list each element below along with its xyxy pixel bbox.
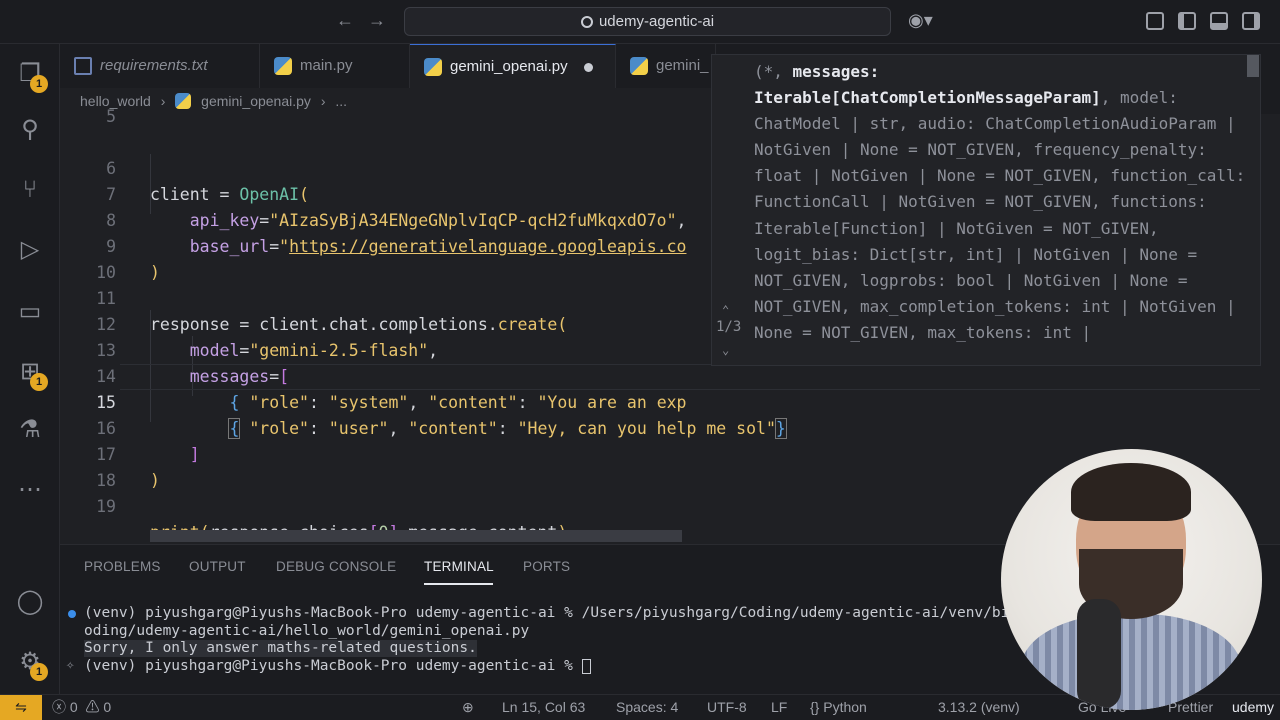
source-control-icon[interactable]: ⑂	[16, 176, 44, 204]
command-status-dot-icon[interactable]	[68, 610, 76, 618]
unsaved-dot-icon[interactable]	[583, 62, 593, 72]
run-debug-icon[interactable]: ▷	[16, 236, 44, 264]
forward-arrow-icon[interactable]: →	[366, 10, 388, 31]
line-number: 5	[106, 107, 116, 126]
language-label: Python	[823, 699, 867, 715]
presenter-hair	[1071, 463, 1191, 521]
zoom-icon[interactable]: ⊕	[462, 695, 474, 720]
terminal-line: oding/udemy-agentic-ai/hello_world/gemin…	[84, 623, 530, 639]
line-number: 19	[96, 497, 116, 516]
terminal-line: (venv) piyushgarg@Piyushs-MacBook-Pro ud…	[84, 605, 1010, 621]
tab-gemini-other[interactable]: gemini_	[616, 44, 716, 88]
title-bar: ← → udemy-agentic-ai ◉▾	[0, 0, 1280, 44]
code-line: 19 print(response.choices[0].message.con…	[60, 468, 1200, 542]
code-line: 15 { "role": "user", "content": "Hey, ca…	[60, 364, 1200, 439]
active-parameter-type: Iterable[ChatCompletionMessageParam]	[754, 88, 1101, 108]
language-mode[interactable]: {} Python	[810, 695, 867, 720]
tab-label: requirements.txt	[100, 57, 208, 74]
remote-explorer-icon[interactable]: ▭	[16, 298, 44, 326]
microphone	[1077, 599, 1121, 709]
error-count: 0	[69, 699, 78, 715]
braces-icon: {}	[810, 699, 820, 715]
more-icon[interactable]: ⋯	[16, 476, 44, 504]
tab-ports[interactable]: PORTS	[523, 559, 570, 574]
tab-label: gemini_	[656, 57, 709, 74]
terminal-cursor	[581, 658, 591, 674]
problems-status[interactable]: ⓧ 0 ⚠ 0	[52, 695, 111, 720]
end-of-line[interactable]: LF	[771, 695, 787, 720]
signature-scrollbar[interactable]	[1247, 55, 1259, 77]
manage-badge: 1	[30, 663, 48, 681]
tab-label: main.py	[300, 57, 353, 74]
signature-counter: 1/3	[716, 319, 742, 335]
tab-gemini-openai[interactable]: gemini_openai.py	[410, 44, 616, 88]
active-tab-indicator	[424, 583, 493, 585]
code-line: 17 )	[60, 416, 1200, 490]
terminal-prompt-line: (venv) piyushgarg@Piyushs-MacBook-Pro ud…	[84, 658, 591, 675]
signature-help-popup: ⌃ 1/3 ⌄ (*, messages: Iterable[ChatCompl…	[711, 54, 1261, 366]
activity-bar: ❐ 1 ⚲ ⑂ ▷ ▭ ⊞ 1 ⚗ ⋯ ◯ ⚙ 1	[0, 44, 60, 694]
previous-signature-icon[interactable]: ⌃	[722, 303, 729, 317]
tab-debug-console[interactable]: DEBUG CONSOLE	[276, 559, 396, 574]
signature-text: (*, messages: Iterable[ChatCompletionMes…	[754, 59, 1252, 346]
remote-indicator-icon[interactable]: ⇋	[0, 695, 42, 720]
toggle-panel-icon[interactable]	[1210, 12, 1228, 30]
tab-output[interactable]: OUTPUT	[189, 559, 246, 574]
indentation[interactable]: Spaces: 4	[616, 695, 678, 720]
extensions-badge: 1	[30, 373, 48, 391]
error-icon: ⓧ	[52, 699, 66, 715]
code-line: 18	[60, 442, 1200, 490]
tab-requirements[interactable]: requirements.txt	[60, 44, 260, 88]
terminal-line: Sorry, I only answer maths-related quest…	[84, 640, 477, 657]
tab-problems[interactable]: PROBLEMS	[84, 559, 161, 574]
toggle-secondary-sidebar-icon[interactable]	[1242, 12, 1260, 30]
encoding[interactable]: UTF-8	[707, 695, 747, 720]
python-file-icon	[424, 58, 442, 76]
toggle-primary-sidebar-icon[interactable]	[1178, 12, 1196, 30]
signature-prefix: (*,	[754, 62, 793, 81]
python-file-icon	[274, 57, 292, 75]
back-arrow-icon[interactable]: ←	[334, 10, 356, 31]
customize-layout-icon[interactable]	[1146, 12, 1164, 30]
search-icon	[580, 16, 593, 28]
copilot-icon[interactable]: ◉▾	[908, 10, 933, 31]
next-signature-icon[interactable]: ⌄	[722, 343, 729, 357]
horizontal-scrollbar[interactable]	[150, 530, 682, 542]
warning-count: 0	[103, 699, 112, 715]
code-line: 16 ]	[60, 390, 1200, 464]
command-center-search[interactable]: udemy-agentic-ai	[404, 7, 891, 36]
tab-terminal[interactable]: TERMINAL	[424, 559, 494, 574]
active-parameter-name: messages:	[792, 62, 880, 81]
terminal-prompt: (venv) piyushgarg@Piyushs-MacBook-Pro ud…	[84, 658, 582, 674]
testing-icon[interactable]: ⚗	[16, 416, 44, 444]
explorer-badge: 1	[30, 75, 48, 93]
tab-label: gemini_openai.py	[450, 58, 568, 75]
signature-rest: , model: ChatModel | str, audio: ChatCom…	[754, 88, 1255, 342]
sparkle-icon[interactable]: ✧	[66, 657, 74, 673]
presenter-shirt	[1021, 614, 1241, 710]
search-icon[interactable]: ⚲	[16, 116, 44, 144]
python-interpreter[interactable]: 3.13.2 (venv)	[938, 695, 1020, 720]
account-icon[interactable]: ◯	[16, 588, 44, 616]
cursor-position[interactable]: Ln 15, Col 63	[502, 695, 585, 720]
text-file-icon	[74, 57, 92, 75]
python-file-icon	[630, 57, 648, 75]
command-center-label: udemy-agentic-ai	[598, 13, 715, 30]
tab-main[interactable]: main.py	[260, 44, 410, 88]
warning-icon: ⚠	[85, 699, 100, 715]
presenter-webcam	[1001, 449, 1262, 710]
